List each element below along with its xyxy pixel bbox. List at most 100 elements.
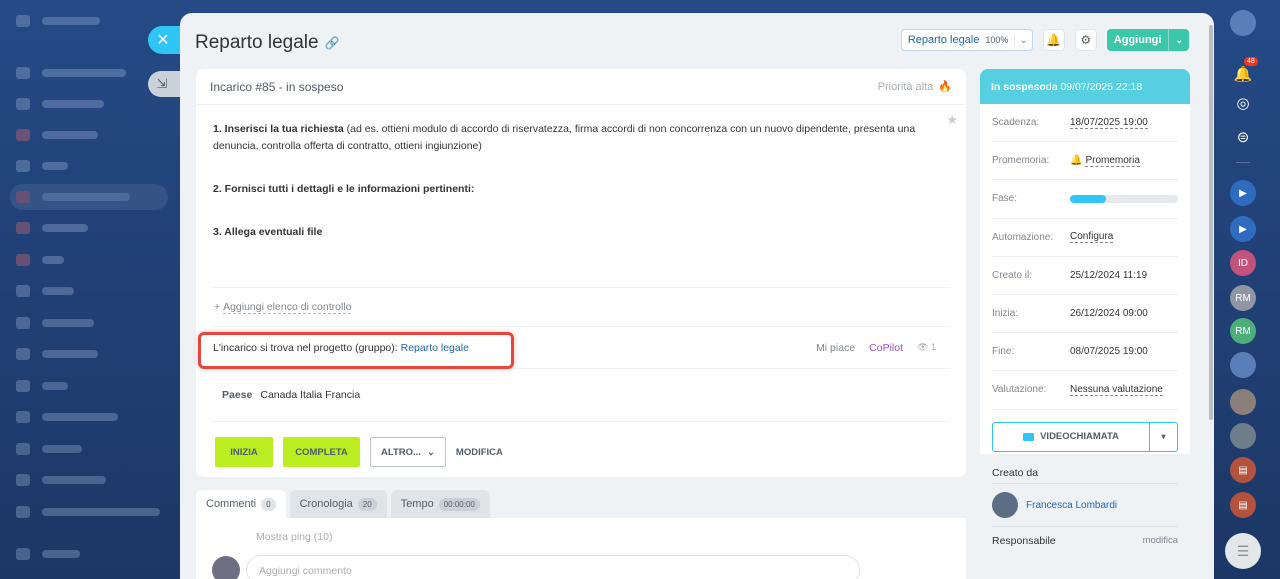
tab-history[interactable]: Cronologia 20 [289,490,387,518]
nav-row [16,222,88,234]
nav-row [16,506,160,518]
project-selector-label: Reparto legale [907,34,980,46]
add-button[interactable]: Aggiungi ⌄ [1106,29,1189,51]
priority-toggle[interactable]: Priorità alta 🔥 [877,80,952,94]
divider [1236,162,1250,163]
start-value: 26/12/2024 09:00 [1070,308,1148,320]
nav-row [16,348,98,360]
menu-icon[interactable]: ☰ [1225,533,1261,569]
created-value: 25/12/2024 11:19 [1070,269,1148,281]
tab-comments[interactable]: Commenti 0 [196,490,286,518]
nav-row [16,474,106,486]
link-icon[interactable]: 🔗 [325,36,340,50]
project-selector-button[interactable]: Reparto legale 100% ⌄ [900,29,1033,51]
field-phase: Fase: [992,180,1178,219]
field-label: Fase: [992,193,1018,205]
automation-value[interactable]: Configura [1070,231,1114,244]
tab-label: Cronologia [299,498,353,510]
add-button-label: Aggiungi [1113,34,1162,46]
task-header: Incarico #85 - in sospeso Priorità alta … [196,69,966,105]
nav-row [16,191,130,203]
nav-row [16,317,94,329]
nav-row [16,411,118,423]
tab-count: 20 [357,497,377,511]
video-call-button[interactable]: VIDEOCHIAMATA ▾ [992,421,1178,452]
activity-tabs: Commenti 0 Cronologia 20 Tempo 00:00:00 [196,490,490,518]
avatar[interactable] [1230,389,1256,415]
more-button-label: ALTRO... [381,446,421,458]
tab-label: Tempo [400,498,434,510]
contact-card-icon[interactable]: ▤ [1230,457,1256,483]
field-start: Inizia: 26/12/2024 09:00 [992,295,1178,334]
description-paragraph: 3. Allega eventuali file [213,224,948,241]
creator-row: Francesca Lombardi [992,484,1178,526]
field-automation: Automazione: Configura [992,219,1178,257]
flame-icon: 🔥 [938,81,952,93]
start-button[interactable]: INIZIA [215,437,273,467]
nav-row [16,254,64,266]
eye-icon: 👁 [917,342,929,352]
notification-badge: 48 [1244,57,1258,66]
search-icon[interactable]: ⊜ [1230,124,1256,150]
responsible-label: Responsabile [992,534,1056,547]
field-deadline: Scadenza: 18/07/2025 19:00 [992,104,1178,143]
task-actions: INIZIA COMPLETA ALTRO... ⌄ MODIFICA [196,422,966,482]
field-label: Promemoria: [992,155,1050,167]
notifications-button[interactable]: 🔔 [1042,29,1065,51]
chevron-down-icon: ⌄ [426,446,435,458]
close-slider-button[interactable]: ✕ [148,26,182,54]
description-step-2: 2. Fornisci tutti i dettagli e le inform… [213,183,475,195]
activity-icon[interactable]: ◎ [1230,90,1256,116]
priority-label: Priorità alta [877,80,934,93]
avatar[interactable] [1230,352,1256,378]
deadline-value[interactable]: 18/07/2025 19:00 [1070,117,1148,129]
minimize-slider-button[interactable]: ⇲ [148,71,182,97]
contact-id[interactable]: ID [1230,250,1256,276]
nav-row [16,67,126,79]
creator-link[interactable]: Francesca Lombardi [1026,500,1117,511]
task-fields: Scadenza: 18/07/2025 19:00 Promemoria: 🔔 Pr… [980,104,1190,454]
add-checklist-link[interactable]: + Aggiungi elenco di controllo [196,288,966,326]
field-label: Inizia: [992,308,1019,320]
task-sidebar: In sospeso da 09/07/2025 22:18 Scadenza:… [980,69,1190,579]
field-label: Fine: [992,346,1015,358]
settings-button[interactable]: ⚙ [1074,29,1097,51]
video-call-main[interactable]: VIDEOCHIAMATA [993,431,1149,442]
more-button[interactable]: ALTRO... ⌄ [370,437,446,467]
contact-rm[interactable]: RM [1230,285,1256,311]
gear-icon: ⚙ [1080,33,1092,47]
views-count: 1 [930,342,936,352]
chevron-down-icon[interactable]: ⌄ [1168,29,1189,51]
video-icon[interactable]: ▶ [1230,216,1256,242]
star-icon[interactable]: ★ [946,111,958,128]
rating-value[interactable]: Nessuna valutazione [1070,384,1163,396]
contact-rm[interactable]: RM [1230,318,1256,344]
contact-card-icon[interactable]: ▤ [1230,492,1256,518]
chevron-down-icon[interactable]: ▾ [1149,422,1177,451]
collapse-icon: ⇲ [156,76,168,91]
responsible-row: Responsabile modifica [992,526,1178,554]
camera-icon [1023,432,1035,441]
project-info-row: L'incarico si trova nel progetto (gruppo… [196,327,966,369]
field-end: Fine: 08/07/2025 19:00 [992,333,1178,372]
show-ping-link[interactable]: Mostra ping (10) [256,531,332,543]
notifications-icon[interactable]: 🔔 48 [1230,57,1258,87]
task-description: ★ 1. Inserisci la tua richiesta (ad es. … [196,105,966,287]
avatar[interactable] [1230,423,1256,449]
edit-button[interactable]: MODIFICA [456,447,503,458]
tab-time[interactable]: Tempo 00:00:00 [390,490,490,518]
field-label: Scadenza: [992,117,1040,129]
description-step-1-title: 1. Inserisci la tua richiesta [213,123,344,135]
reminder-value[interactable]: Promemoria [1085,155,1140,167]
complete-button[interactable]: COMPLETA [283,437,360,467]
avatar[interactable] [1230,10,1256,36]
responsible-edit-link[interactable]: modifica [1143,535,1178,546]
video-icon[interactable]: ▶ [1230,180,1256,206]
like-button[interactable]: Mi piace [816,342,855,354]
comment-input[interactable]: Aggiungi commento [246,555,860,579]
phase-progress-fill [1070,194,1106,203]
status-banner: In sospeso da 09/07/2025 22:18 [980,69,1190,104]
copilot-button[interactable]: CoPilot [869,342,903,354]
scrollbar[interactable] [1209,25,1213,420]
field-label: Automazione: [992,231,1054,243]
